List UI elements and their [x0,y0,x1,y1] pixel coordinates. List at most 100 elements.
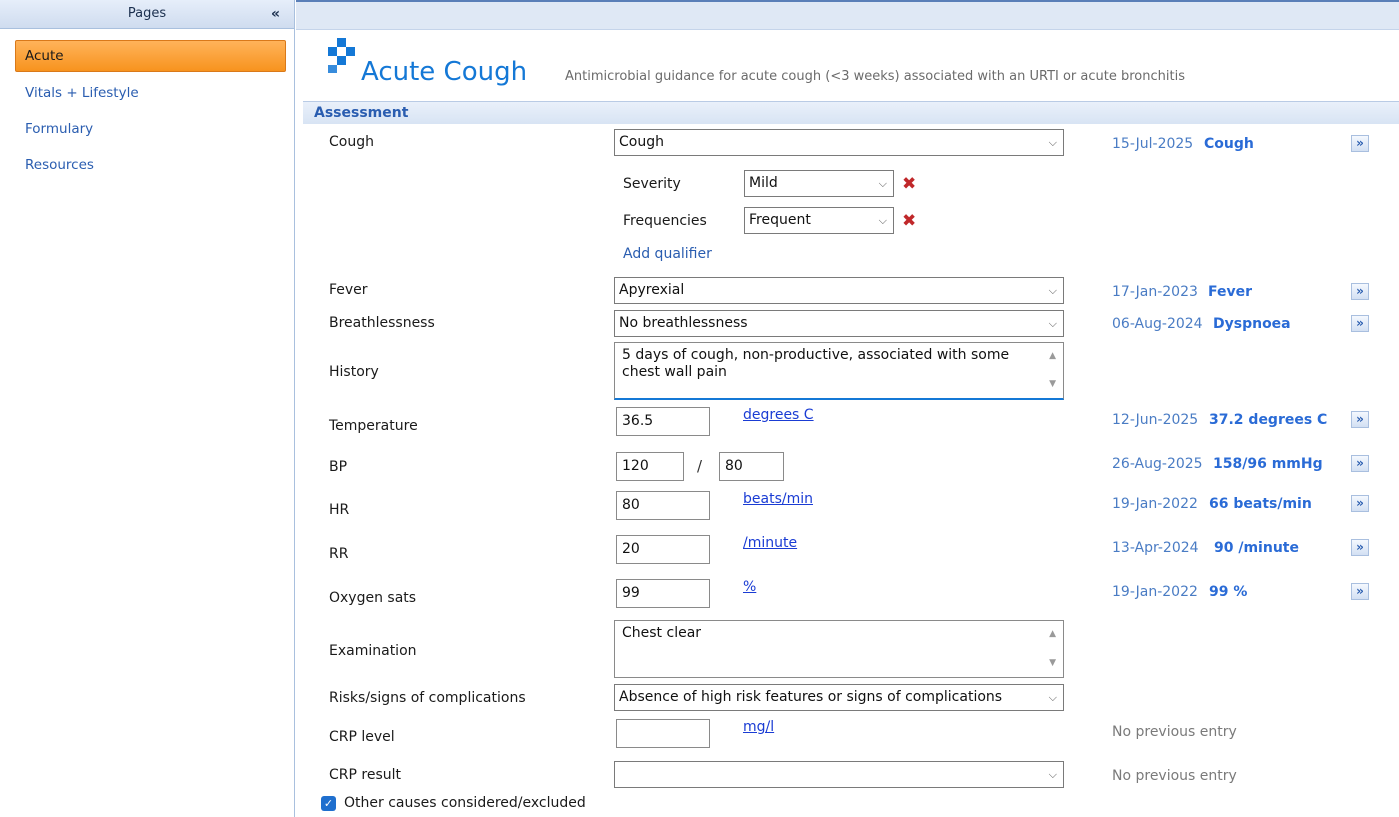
chevron-down-icon: ⌵ [1048,136,1057,149]
breathlessness-label: Breathlessness [329,315,435,331]
rr-input[interactable]: 20 [616,535,710,564]
sidebar-item-formulary[interactable]: Formulary [0,112,294,148]
sidebar: Pages « Acute Vitals + Lifestyle Formula… [0,0,295,817]
fever-history-value: Fever [1208,284,1253,300]
other-causes-label: Other causes considered/excluded [344,795,586,811]
chevron-down-icon: ⌵ [1048,691,1057,704]
oxygen-sats-label: Oxygen sats [329,590,417,606]
frequencies-select[interactable]: Frequent ⌵ [744,207,894,234]
risks-select[interactable]: Absence of high risk features or signs o… [614,684,1064,711]
scroll-up-icon[interactable]: ▲ [1049,348,1056,365]
chevron-down-icon: ⌵ [878,177,887,190]
medical-cross-logo-icon [328,38,355,73]
sidebar-item-acute[interactable]: Acute [15,40,286,72]
breathlessness-history-value: Dyspnoea [1213,316,1291,332]
temperature-input[interactable]: 36.5 [616,407,710,436]
fever-value: Apyrexial [619,282,685,298]
chevron-down-icon: ⌵ [1048,317,1057,330]
rr-history-value: 90 /minute [1214,540,1299,556]
oxygen-sats-history-date: 19-Jan-2022 [1112,584,1198,600]
crp-level-no-previous: No previous entry [1112,724,1237,740]
hr-history-value: 66 beats/min [1209,496,1312,512]
oxygen-sats-input[interactable]: 99 [616,579,710,608]
hr-history-date: 19-Jan-2022 [1112,496,1198,512]
bp-diastolic-input[interactable]: 80 [719,452,784,481]
page-subtitle: Antimicrobial guidance for acute cough (… [565,69,1185,84]
risks-value: Absence of high risk features or signs o… [619,689,1003,705]
sidebar-header: Pages « [0,0,294,29]
temperature-history-date: 12-Jun-2025 [1112,412,1199,428]
crp-result-select[interactable]: ⌵ [614,761,1064,788]
bp-copy-button[interactable]: » [1351,455,1369,472]
bp-separator: / [697,457,703,475]
chevron-down-icon: ⌵ [1048,284,1057,297]
temperature-history-value: 37.2 degrees C [1209,412,1328,428]
severity-select[interactable]: Mild ⌵ [744,170,894,197]
scroll-down-icon[interactable]: ▼ [1049,376,1056,393]
temperature-unit-link[interactable]: degrees C [743,407,814,423]
temperature-copy-button[interactable]: » [1351,411,1369,428]
chevron-down-icon: ⌵ [878,214,887,227]
sidebar-title: Pages [127,6,167,21]
hr-input[interactable]: 80 [616,491,710,520]
crp-result-label: CRP result [329,767,402,783]
chevron-down-icon: ⌵ [1048,768,1057,781]
rr-unit-link[interactable]: /minute [743,535,797,551]
history-text-line-1: 5 days of cough, non-productive, associa… [622,347,1010,363]
page-title: Acute Cough [361,57,528,87]
cough-value: Cough [619,134,664,150]
collapse-sidebar-icon[interactable]: « [271,0,280,28]
breathlessness-copy-button[interactable]: » [1351,315,1369,332]
hr-unit-link[interactable]: beats/min [743,491,813,507]
other-causes-checkbox[interactable]: ✓ [321,796,336,811]
section-title: Assessment [314,105,409,121]
hr-label: HR [329,502,350,518]
oxygen-sats-history-value: 99 % [1209,584,1248,600]
rr-label: RR [329,546,349,562]
top-strip [296,0,1399,30]
cough-history-value: Cough [1204,136,1254,152]
cough-history-date: 15-Jul-2025 [1112,136,1194,152]
frequencies-label: Frequencies [623,213,707,229]
crp-result-no-previous: No previous entry [1112,768,1237,784]
breathlessness-history-date: 06-Aug-2024 [1112,316,1203,332]
oxygen-sats-copy-button[interactable]: » [1351,583,1369,600]
scroll-down-icon[interactable]: ▼ [1049,655,1056,672]
hr-copy-button[interactable]: » [1351,495,1369,512]
history-label: History [329,364,379,380]
crp-level-label: CRP level [329,729,395,745]
crp-level-unit-link[interactable]: mg/l [743,719,774,735]
oxygen-sats-unit-link[interactable]: % [743,579,756,595]
cough-label: Cough [329,134,374,150]
temperature-label: Temperature [329,418,418,434]
frequencies-value: Frequent [749,212,811,228]
fever-select[interactable]: Apyrexial ⌵ [614,277,1064,304]
history-text-line-2: chest wall pain [622,364,727,380]
section-header: Assessment [303,101,1399,124]
history-textarea[interactable]: 5 days of cough, non-productive, associa… [614,342,1064,400]
bp-history-value: 158/96 mmHg [1213,456,1323,472]
sidebar-item-resources[interactable]: Resources [0,148,294,184]
nav-list: Acute Vitals + Lifestyle Formulary Resou… [0,29,294,184]
examination-label: Examination [329,643,417,659]
breathlessness-select[interactable]: No breathlessness ⌵ [614,310,1064,337]
bp-systolic-input[interactable]: 120 [616,452,684,481]
fever-copy-button[interactable]: » [1351,283,1369,300]
bp-history-date: 26-Aug-2025 [1112,456,1203,472]
fever-label: Fever [329,282,368,298]
examination-textarea[interactable]: Chest clear ▲ ▼ [614,620,1064,678]
cough-select[interactable]: Cough ⌵ [614,129,1064,156]
remove-frequencies-icon[interactable]: ✖ [902,211,916,231]
scroll-up-icon[interactable]: ▲ [1049,626,1056,643]
risks-label: Risks/signs of complications [329,690,526,706]
severity-label: Severity [623,176,681,192]
rr-copy-button[interactable]: » [1351,539,1369,556]
cough-copy-button[interactable]: » [1351,135,1369,152]
remove-severity-icon[interactable]: ✖ [902,174,916,194]
severity-value: Mild [749,175,778,191]
crp-level-input[interactable] [616,719,710,748]
breathlessness-value: No breathlessness [619,315,748,331]
sidebar-item-vitals-lifestyle[interactable]: Vitals + Lifestyle [0,76,294,112]
add-qualifier-link[interactable]: Add qualifier [623,246,712,262]
fever-history-date: 17-Jan-2023 [1112,284,1198,300]
